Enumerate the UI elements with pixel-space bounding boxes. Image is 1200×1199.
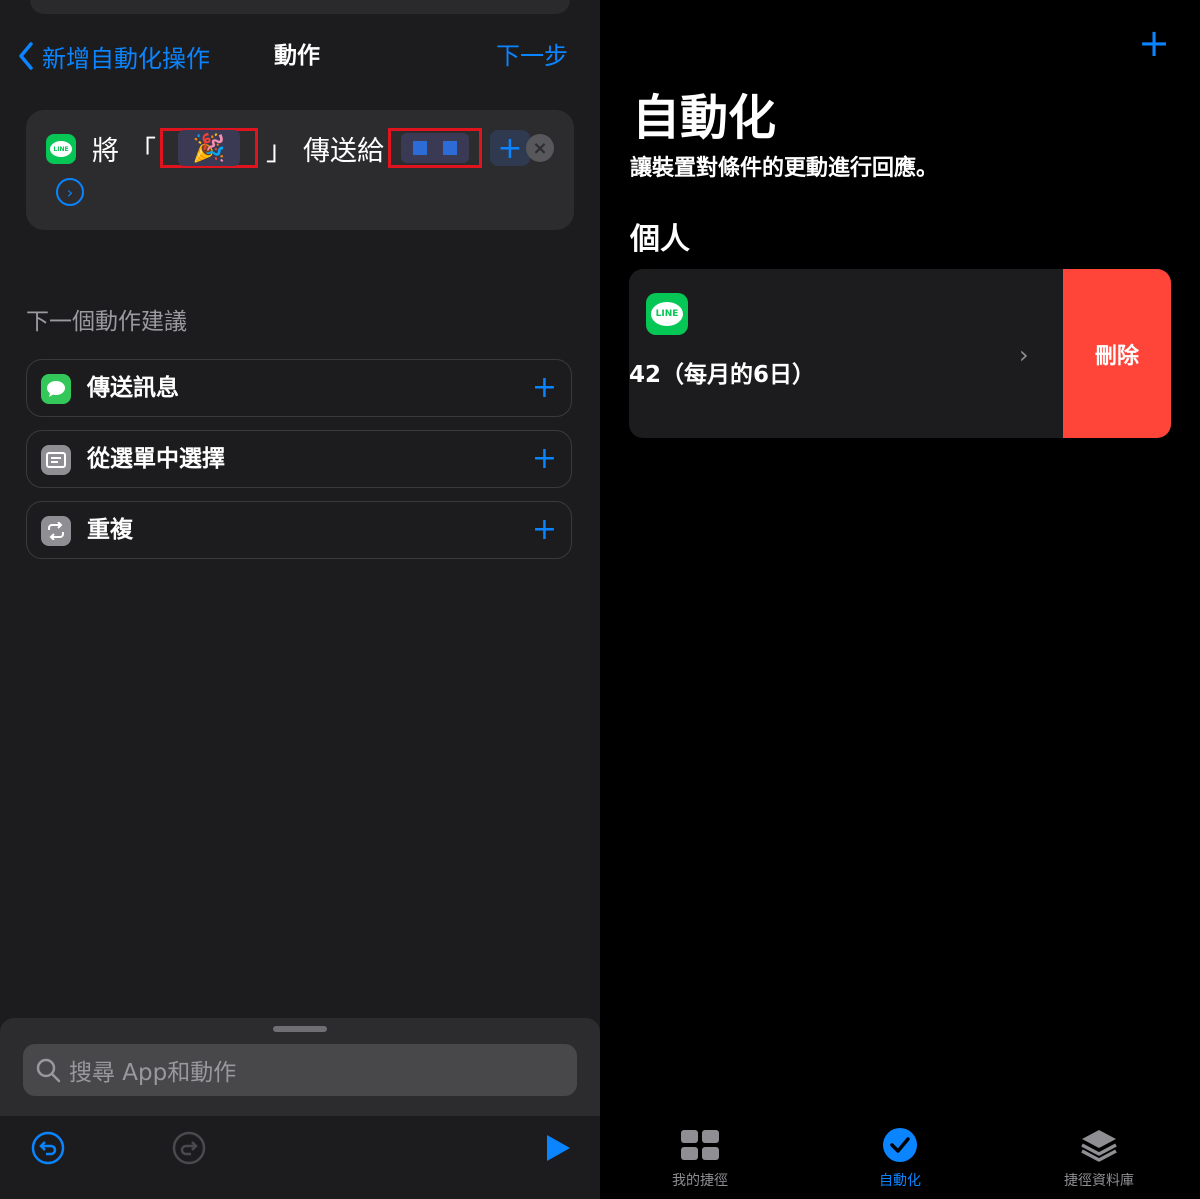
chevron-left-icon: [19, 42, 33, 70]
tab-my-shortcuts[interactable]: 我的捷徑: [630, 1126, 770, 1190]
line-app-icon: LINE: [46, 134, 76, 164]
action-sentence: 將 「 🎉 」 傳送給 +: [92, 126, 530, 170]
suggestion-label: 傳送訊息: [87, 375, 179, 401]
automation-label: 42（每月的6日）: [629, 362, 816, 388]
add-automation-button[interactable]: +: [1138, 24, 1170, 62]
recipient-parameter[interactable]: [388, 128, 482, 168]
suggestion-label: 重複: [87, 517, 133, 543]
automation-row[interactable]: LINE 42（每月的6日） › 刪除: [629, 269, 1171, 438]
expand-chevron-icon[interactable]: ›: [56, 178, 84, 206]
automation-check-icon: [830, 1126, 970, 1164]
back-button[interactable]: 新增自動化操作: [18, 36, 210, 76]
tab-bar: 我的捷徑 自動化 捷徑資料庫: [600, 1118, 1200, 1199]
add-suggestion-button[interactable]: +: [532, 431, 557, 487]
editor-toolbar: [0, 1116, 600, 1199]
play-icon: [547, 1135, 570, 1161]
action-editor-panel: 新增自動化操作 動作 下一步 LINE 將 「 🎉 」 傳送給 + × › 下一…: [0, 0, 600, 1199]
run-button[interactable]: [538, 1128, 578, 1168]
sheet-grabber[interactable]: [273, 1026, 327, 1032]
page-title: 動作: [274, 43, 320, 69]
nav-bar: 新增自動化操作 動作 下一步: [0, 36, 600, 76]
sheet-edge: [30, 0, 570, 14]
automation-panel: + 自動化 讓裝置對條件的更動進行回應。 個人 LINE 42（每月的6日） ›…: [600, 0, 1200, 1199]
chevron-right-icon: ›: [1019, 341, 1029, 369]
message-bubble-icon: [41, 374, 71, 404]
next-button[interactable]: 下一步: [496, 36, 568, 76]
page-subtitle: 讓裝置對條件的更動進行回應。: [630, 156, 939, 181]
blurred-recipient: [401, 133, 469, 163]
tab-gallery[interactable]: 捷徑資料庫: [1029, 1126, 1169, 1190]
tab-label: 捷徑資料庫: [1064, 1173, 1134, 1189]
tab-automation[interactable]: 自動化: [830, 1126, 970, 1190]
suggestion-send-message[interactable]: 傳送訊息 +: [26, 359, 572, 417]
suggestion-choose-from-menu[interactable]: 從選單中選擇 +: [26, 430, 572, 488]
close-quote: 」: [266, 135, 293, 167]
undo-button[interactable]: [28, 1128, 68, 1168]
suggestions-header: 下一個動作建議: [26, 309, 187, 335]
message-emoji: 🎉: [178, 130, 240, 166]
section-header-personal: 個人: [630, 222, 690, 257]
line-app-icon: LINE: [646, 293, 688, 335]
undo-icon: [31, 1131, 65, 1165]
search-input[interactable]: 搜尋 App和動作: [23, 1044, 577, 1096]
suggestion-repeat[interactable]: 重複 +: [26, 501, 572, 559]
add-recipient-button[interactable]: +: [490, 130, 530, 166]
delete-button[interactable]: 刪除: [1063, 269, 1171, 438]
redo-button[interactable]: [169, 1128, 209, 1168]
tab-label: 自動化: [879, 1173, 921, 1189]
search-placeholder: 搜尋 App和動作: [69, 1060, 237, 1086]
send-to-label: 傳送給: [303, 135, 384, 167]
add-suggestion-button[interactable]: +: [532, 502, 557, 558]
action-search-sheet: 搜尋 App和動作: [0, 1018, 600, 1199]
search-icon: [36, 1058, 61, 1083]
suggestion-label: 從選單中選擇: [87, 446, 225, 472]
send-line-action-card[interactable]: LINE 將 「 🎉 」 傳送給 + × ›: [26, 110, 574, 230]
grid-icon: [630, 1126, 770, 1164]
open-quote: 「: [129, 135, 156, 167]
message-parameter[interactable]: 🎉: [160, 128, 258, 168]
menu-list-icon: [41, 445, 71, 475]
redo-icon: [172, 1131, 206, 1165]
action-verb: 將: [92, 135, 119, 167]
add-suggestion-button[interactable]: +: [532, 360, 557, 416]
clear-icon[interactable]: ×: [526, 134, 554, 162]
page-title: 自動化: [632, 90, 777, 146]
repeat-icon: [41, 516, 71, 546]
layers-icon: [1029, 1126, 1169, 1164]
tab-label: 我的捷徑: [672, 1173, 728, 1189]
back-label: 新增自動化操作: [42, 44, 210, 73]
